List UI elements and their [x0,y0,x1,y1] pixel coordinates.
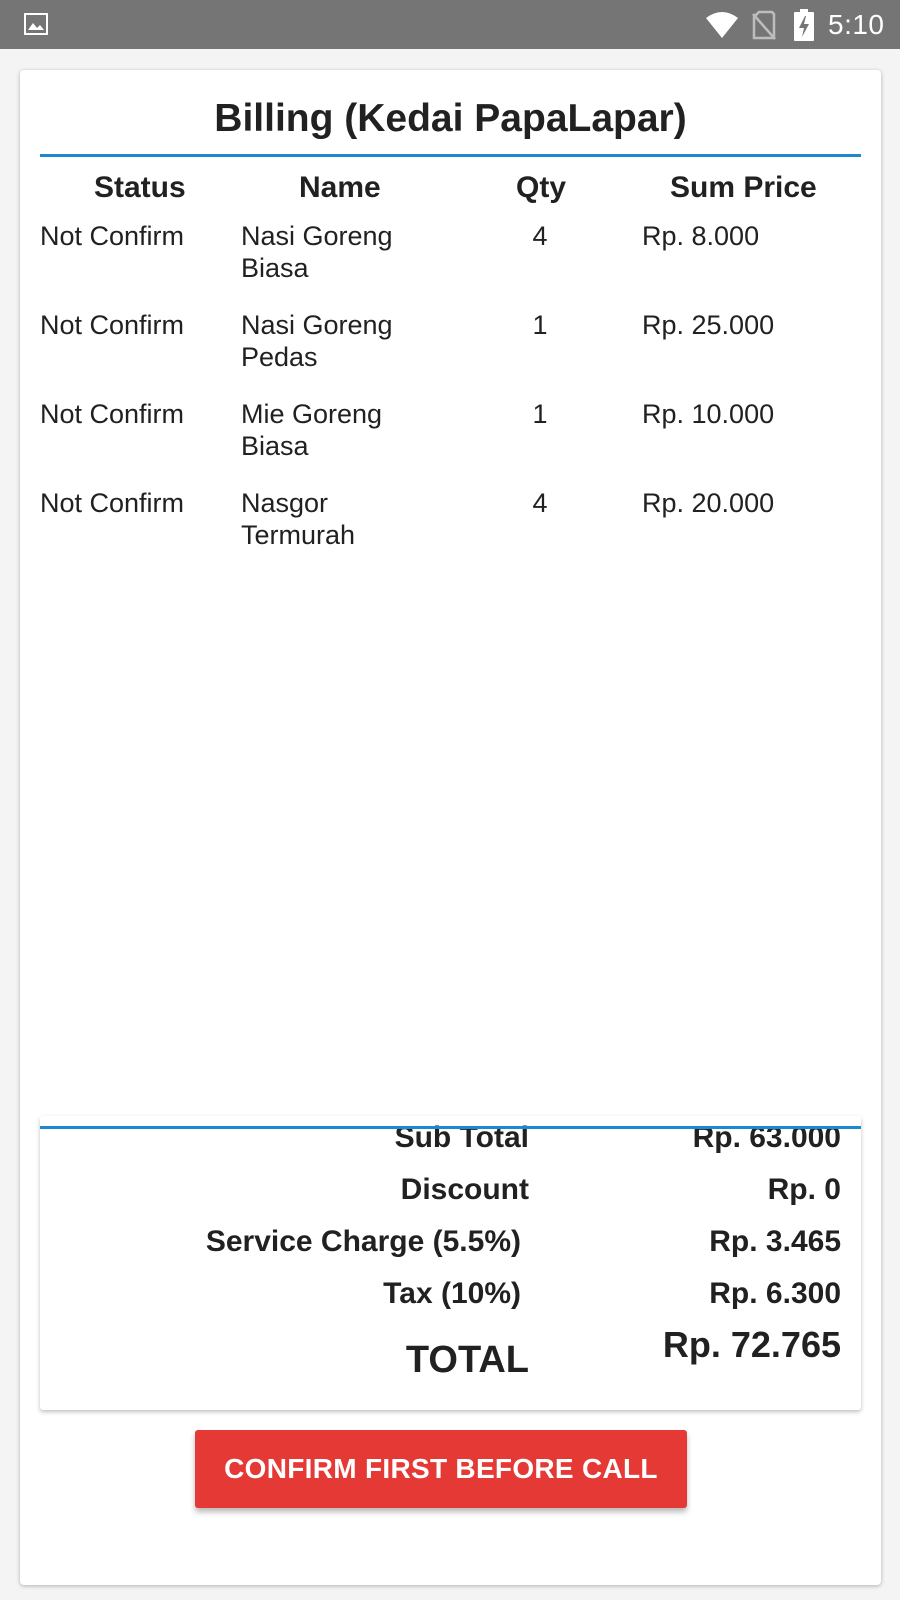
item-status: Not Confirm [40,399,185,429]
service-charge-value: Rp. 3.465 [709,1225,841,1258]
summary-row-service-charge: Service Charge (5.5%) Rp. 3.465 [40,1224,861,1264]
item-qty: 1 [532,399,548,429]
image-notification-icon [24,13,48,35]
item-sum-price: Rp. 8.000 [642,221,760,251]
item-qty: 1 [532,310,548,340]
no-sim-icon [752,10,776,40]
table-row[interactable]: Not Confirm Mie Goreng Biasa 1 Rp. 10.00… [20,398,881,478]
table-row[interactable]: Not Confirm Nasi Goreng Pedas 1 Rp. 25.0… [20,309,881,389]
service-charge-label: Service Charge (5.5%) [205,1225,521,1258]
item-qty: 4 [532,221,548,251]
item-status: Not Confirm [40,488,185,518]
item-status: Not Confirm [40,310,185,340]
column-header-qty: Qty [516,171,567,204]
summary-row-tax: Tax (10%) Rp. 6.300 [40,1276,861,1316]
billing-card: Billing (Kedai PapaLapar) Status Name Qt… [20,70,881,1585]
summary-row-total: TOTAL Rp. 72.765 [40,1324,861,1388]
column-header-sum-price: Sum Price [670,171,817,204]
summary-row-discount: Discount Rp. 0 [40,1172,861,1212]
item-status: Not Confirm [40,221,185,251]
total-label: TOTAL [405,1339,529,1381]
item-name: Nasgor Termurah [241,488,356,550]
item-sum-price: Rp. 25.000 [642,310,775,340]
item-sum-price: Rp. 10.000 [642,399,775,429]
tax-value: Rp. 6.300 [709,1277,841,1310]
column-header-name: Name [299,171,381,204]
item-qty: 4 [532,488,548,518]
page-title: Billing (Kedai PapaLapar) [214,97,687,140]
item-name: Mie Goreng Biasa [241,399,383,461]
summary-panel: Sub Total Rp. 63.000 Discount Rp. 0 Serv… [40,1116,861,1410]
wifi-icon [706,12,738,38]
discount-value: Rp. 0 [767,1173,841,1206]
table-row[interactable]: Not Confirm Nasi Goreng Biasa 4 Rp. 8.00… [20,220,881,300]
total-value: Rp. 72.765 [662,1324,841,1365]
item-name: Nasi Goreng Biasa [241,221,393,283]
divider [40,1126,861,1129]
clock: 5:10 [828,9,885,40]
discount-label: Discount [400,1173,529,1206]
tax-label: Tax (10%) [383,1277,521,1310]
status-bar: 5:10 [0,0,900,49]
item-name: Nasi Goreng Pedas [241,310,393,372]
item-sum-price: Rp. 20.000 [642,488,775,518]
confirm-button[interactable]: CONFIRM FIRST BEFORE CALL BILL [195,1430,687,1562]
column-header-status: Status [94,171,186,204]
divider [40,154,861,157]
table-row[interactable]: Not Confirm Nasgor Termurah 4 Rp. 20.000 [20,487,881,567]
battery-charging-icon [794,9,814,41]
